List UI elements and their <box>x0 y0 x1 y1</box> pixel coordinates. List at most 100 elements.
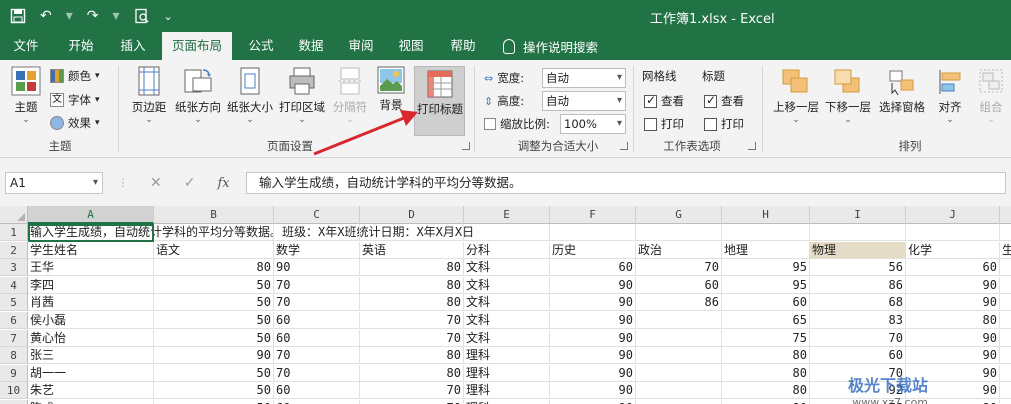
cell-j2[interactable]: 化学 <box>906 241 1000 259</box>
cell-a6[interactable]: 侯小磊 <box>28 312 154 329</box>
cell-c7[interactable]: 60 <box>274 329 360 347</box>
cell-a9[interactable]: 胡一一 <box>28 364 154 382</box>
column-header-d[interactable]: D <box>360 206 464 224</box>
cell-h9[interactable]: 80 <box>722 364 810 382</box>
cell-f8[interactable]: 90 <box>550 347 636 365</box>
theme-effects-button[interactable]: 效果 ▾ <box>50 113 100 133</box>
cell-f3[interactable]: 60 <box>550 259 636 277</box>
tell-me-search[interactable]: 操作说明搜索 <box>503 32 598 60</box>
redo-icon[interactable]: ↷ <box>87 6 99 26</box>
cell-d6[interactable]: 70 <box>360 312 464 329</box>
cell-c11[interactable]: 60 <box>274 400 360 404</box>
margins-button[interactable]: 页边距 ⌄ <box>128 66 170 125</box>
cell-h6[interactable]: 65 <box>722 312 810 329</box>
cell-d4[interactable]: 80 <box>360 276 464 294</box>
cell-i5[interactable]: 68 <box>810 294 906 312</box>
cell-k11[interactable] <box>1000 400 1011 404</box>
row-header[interactable]: 11 <box>0 400 28 404</box>
row-header[interactable]: 5 <box>0 294 28 312</box>
scale-spinner[interactable]: 100% <box>560 114 626 134</box>
cell-h5[interactable]: 60 <box>722 294 810 312</box>
cell-i7[interactable]: 70 <box>810 329 906 347</box>
column-header-b[interactable]: B <box>154 206 274 224</box>
cell-c8[interactable]: 70 <box>274 347 360 365</box>
cell-g5[interactable]: 86 <box>636 294 722 312</box>
cell-e6[interactable]: 文科 <box>464 312 550 329</box>
column-header-e[interactable]: E <box>464 206 550 224</box>
cell-j4[interactable]: 90 <box>906 276 1000 294</box>
cell-e3[interactable]: 文科 <box>464 259 550 277</box>
cell-f9[interactable]: 90 <box>550 364 636 382</box>
cell-c4[interactable]: 70 <box>274 276 360 294</box>
cell-a5[interactable]: 肖茜 <box>28 294 154 312</box>
cell-g1[interactable] <box>636 224 722 241</box>
name-box[interactable]: A1 <box>5 172 103 194</box>
cell-c5[interactable]: 70 <box>274 294 360 312</box>
tab-data[interactable]: 数据 <box>288 32 334 60</box>
height-select[interactable]: 自动 <box>542 91 626 111</box>
cell-k5[interactable] <box>1000 294 1011 312</box>
cell-a4[interactable]: 李四 <box>28 276 154 294</box>
cell-b11[interactable]: 50 <box>154 400 274 404</box>
gridlines-view-checkbox[interactable]: 查看 <box>644 91 684 111</box>
cell-b10[interactable]: 50 <box>154 382 274 400</box>
cell-d7[interactable]: 70 <box>360 329 464 347</box>
orientation-button[interactable]: 纸张方向 ⌄ <box>172 66 224 125</box>
cell-c3[interactable]: 90 <box>274 259 360 277</box>
cell-b1[interactable] <box>154 224 274 241</box>
undo-dropdown-icon[interactable]: ▾ <box>66 6 73 26</box>
row-header[interactable]: 9 <box>0 364 28 382</box>
headings-view-checkbox[interactable]: 查看 <box>704 91 744 111</box>
cell-b2[interactable]: 语文 <box>154 241 274 259</box>
cell-e1[interactable] <box>464 224 550 241</box>
column-header-i[interactable]: I <box>810 206 906 224</box>
cell-d8[interactable]: 80 <box>360 347 464 365</box>
size-button[interactable]: 纸张大小 ⌄ <box>224 66 276 125</box>
cell-c1[interactable] <box>274 224 360 241</box>
formula-input[interactable]: 输入学生成绩，自动统计学科的平均分等数据。 <box>246 172 1006 194</box>
cell-a8[interactable]: 张三 <box>28 347 154 365</box>
scale-launcher-icon[interactable] <box>620 142 628 150</box>
page-setup-launcher-icon[interactable] <box>462 142 470 150</box>
selection-pane-button[interactable]: 选择窗格 <box>875 68 929 115</box>
tab-insert[interactable]: 插入 <box>110 32 156 60</box>
cell-b3[interactable]: 80 <box>154 259 274 277</box>
cell-b8[interactable]: 90 <box>154 347 274 365</box>
cell-i2[interactable]: 物理 <box>810 241 906 259</box>
cell-i3[interactable]: 56 <box>810 259 906 277</box>
cell-b6[interactable]: 50 <box>154 312 274 329</box>
cell-g6[interactable] <box>636 312 722 329</box>
cell-k7[interactable] <box>1000 330 1011 347</box>
enter-icon[interactable]: ✓ <box>184 175 196 191</box>
cell-e4[interactable]: 文科 <box>464 276 550 294</box>
theme-colors-button[interactable]: 颜色 ▾ <box>50 66 100 86</box>
print-preview-icon[interactable] <box>134 6 150 26</box>
cell-a7[interactable]: 黄心怡 <box>28 329 154 347</box>
cell-e5[interactable]: 文科 <box>464 294 550 312</box>
cell-g10[interactable] <box>636 382 722 400</box>
cell-k6[interactable] <box>1000 312 1011 329</box>
tab-home[interactable]: 开始 <box>58 32 104 60</box>
cell-j1[interactable] <box>906 224 1000 241</box>
save-icon[interactable] <box>10 6 26 26</box>
tab-view[interactable]: 视图 <box>388 32 434 60</box>
cell-k10[interactable] <box>1000 382 1011 400</box>
tab-review[interactable]: 审阅 <box>338 32 384 60</box>
customize-qat-icon[interactable]: ⌄ <box>164 6 173 26</box>
row-header[interactable]: 8 <box>0 347 28 365</box>
column-header-h[interactable]: H <box>722 206 810 224</box>
bring-forward-button[interactable]: 上移一层 ⌄ <box>770 68 822 125</box>
theme-fonts-button[interactable]: 文 字体 ▾ <box>50 90 100 110</box>
cell-b4[interactable]: 50 <box>154 276 274 294</box>
column-header-k[interactable]: K <box>1000 206 1011 224</box>
row-header[interactable]: 1 <box>0 224 28 241</box>
cell-i8[interactable]: 60 <box>810 347 906 365</box>
row-header[interactable]: 10 <box>0 382 28 400</box>
send-backward-button[interactable]: 下移一层 ⌄ <box>822 68 874 125</box>
cell-c10[interactable]: 60 <box>274 382 360 400</box>
tab-file[interactable]: 文件 <box>3 32 49 60</box>
cell-a3[interactable]: 王华 <box>28 259 154 277</box>
cell-d5[interactable]: 80 <box>360 294 464 312</box>
gridlines-print-checkbox[interactable]: 打印 <box>644 114 684 134</box>
cell-j6[interactable]: 80 <box>906 312 1000 329</box>
